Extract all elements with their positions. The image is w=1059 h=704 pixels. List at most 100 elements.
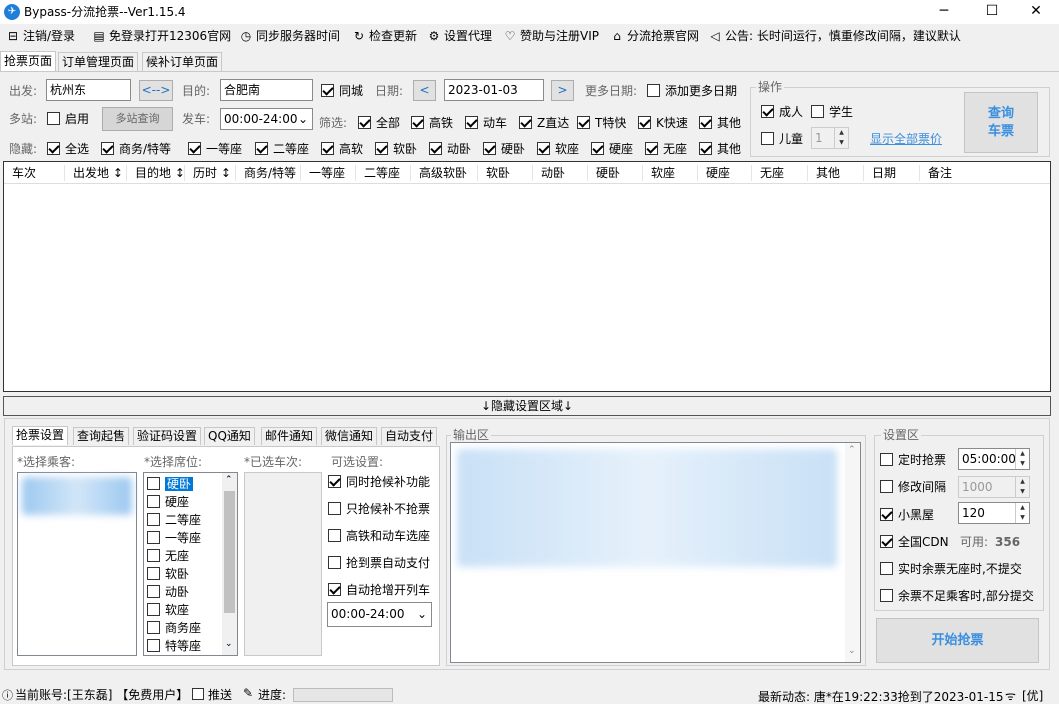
date-input[interactable]: 2023-01-03 [444, 79, 544, 101]
hide-ruanwo-checkbox[interactable]: 软卧 [375, 140, 417, 158]
col-hard-seat[interactable]: 硬座 [698, 165, 752, 181]
col-emu-sleeper[interactable]: 动卧 [533, 165, 588, 181]
scrollbar-thumb[interactable] [224, 491, 235, 613]
cdn-checkbox[interactable]: 全国CDN [880, 533, 949, 551]
multi-station-query-button[interactable]: 多站查询 [102, 107, 173, 131]
hide-business-checkbox[interactable]: 商务/特等 [101, 140, 171, 158]
menu-official-site[interactable]: ⌂ 分流抢票官网 [610, 27, 699, 45]
seat-option[interactable]: 商务座 [147, 619, 201, 637]
hide-settings-bar[interactable]: ↓隐藏设置区域↓ [3, 396, 1051, 416]
output-scrollbar[interactable]: ⌃ ⌄ [845, 443, 860, 662]
scroll-up-icon[interactable]: ⌃ [848, 445, 856, 455]
filter-z-checkbox[interactable]: Z直达 [519, 114, 569, 132]
tab-wechat[interactable]: 微信通知 [321, 427, 378, 445]
col-soft-seat[interactable]: 软座 [643, 165, 698, 181]
blackroom-stepper[interactable]: 120 ▲ ▼ [958, 502, 1030, 524]
menu-logout-login[interactable]: ⊟ 注销/登录 [6, 27, 75, 45]
opt-autopay-checkbox[interactable]: 抢到票自动支付 [328, 554, 430, 572]
filter-all-checkbox[interactable]: 全部 [358, 114, 400, 132]
seat-option[interactable]: 一等座 [147, 529, 201, 547]
from-station-input[interactable]: 杭州东 [46, 79, 131, 101]
timed-value-stepper[interactable]: 05:00:00 ▲ ▼ [958, 448, 1030, 470]
modify-interval-checkbox[interactable]: 修改间隔 [880, 478, 946, 496]
filter-other-checkbox[interactable]: 其他 [699, 114, 741, 132]
time-range-select[interactable]: 00:00-24:00 ⌄ [327, 602, 432, 627]
selected-train-list[interactable] [244, 472, 322, 656]
query-tickets-button[interactable]: 查询 车票 [964, 92, 1038, 153]
adult-checkbox[interactable]: 成人 [761, 103, 803, 121]
seat-list-scrollbar[interactable]: ⌃ ⌄ [222, 473, 237, 655]
date-next-button[interactable]: > [551, 80, 574, 101]
multi-station-enable-checkbox[interactable]: 启用 [47, 110, 89, 128]
seat-option[interactable]: 硬卧 [147, 475, 220, 493]
col-first-class[interactable]: 一等座 [301, 165, 356, 181]
seat-option[interactable]: 无座 [147, 547, 189, 565]
seat-option[interactable]: 软卧 [147, 565, 189, 583]
output-log[interactable]: ⌃ ⌄ [450, 442, 861, 663]
filter-gaotie-checkbox[interactable]: 高铁 [411, 114, 453, 132]
tab-waitlist[interactable]: 候补订单页面 [142, 52, 223, 72]
col-second-class[interactable]: 二等座 [356, 165, 411, 181]
col-duration[interactable]: 历时 ↕ [185, 165, 236, 181]
student-checkbox[interactable]: 学生 [811, 103, 853, 121]
hide-first-class-checkbox[interactable]: 一等座 [188, 140, 242, 158]
col-business[interactable]: 商务/特等 [236, 165, 301, 181]
seat-option[interactable]: 软座 [147, 601, 189, 619]
passenger-list[interactable] [17, 472, 137, 656]
hide-second-class-checkbox[interactable]: 二等座 [255, 140, 309, 158]
tab-grab[interactable]: 抢票页面 [0, 51, 57, 72]
filter-t-checkbox[interactable]: T特快 [577, 114, 626, 132]
date-prev-button[interactable]: < [413, 80, 436, 101]
menu-sync-time[interactable]: ◷ 同步服务器时间 [239, 27, 340, 45]
col-deluxe-soft-sleeper[interactable]: 高级软卧 [411, 165, 478, 181]
menu-announcement[interactable]: ◁ 公告: 长时间运行，慎重修改间隔，建议默认 [708, 27, 960, 45]
col-other[interactable]: 其他 [808, 165, 864, 181]
start-grab-button[interactable]: 开始抢票 [876, 618, 1039, 663]
tab-grab-settings[interactable]: 抢票设置 [12, 426, 69, 445]
menu-sponsor[interactable]: ♡ 赞助与注册VIP [503, 27, 599, 45]
seat-option[interactable]: 动卧 [147, 583, 189, 601]
scroll-down-icon[interactable]: ⌄ [225, 639, 233, 649]
scroll-down-icon[interactable]: ⌄ [848, 646, 856, 656]
tab-qq[interactable]: QQ通知 [204, 427, 255, 445]
hide-wuzuo-checkbox[interactable]: 无座 [645, 140, 687, 158]
menu-open-12306[interactable]: ▤ 免登录打开12306官网 [92, 27, 231, 45]
col-remark[interactable]: 备注 [920, 165, 980, 181]
hide-dongwo-checkbox[interactable]: 动卧 [429, 140, 471, 158]
to-station-input[interactable]: 合肥南 [220, 79, 313, 101]
filter-k-checkbox[interactable]: K快速 [638, 114, 688, 132]
tab-orders[interactable]: 订单管理页面 [58, 52, 139, 72]
minimize-button[interactable]: ─ [921, 0, 967, 24]
seat-option[interactable]: 特等座 [147, 637, 201, 655]
scroll-up-icon[interactable]: ⌃ [225, 475, 233, 485]
opt-seat-select-checkbox[interactable]: 高铁和动车选座 [328, 527, 430, 545]
seat-option[interactable]: 二等座 [147, 511, 201, 529]
close-button[interactable]: ✕ [1013, 0, 1059, 24]
menu-check-update[interactable]: ↻ 检查更新 [352, 27, 417, 45]
results-grid[interactable]: 车次 出发地 ↕ 目的地 ↕ 历时 ↕ 商务/特等 一等座 二等座 高级软卧 软… [3, 161, 1051, 392]
col-to[interactable]: 目的地 ↕ [127, 165, 185, 181]
col-no-seat[interactable]: 无座 [752, 165, 808, 181]
add-more-dates-checkbox[interactable]: 添加更多日期 [647, 82, 737, 100]
tab-email[interactable]: 邮件通知 [261, 427, 318, 445]
tab-autopay[interactable]: 自动支付 [381, 427, 438, 445]
realtime-no-submit-checkbox[interactable]: 实时余票无座时,不提交 [880, 560, 1022, 578]
col-from[interactable]: 出发地 ↕ [65, 165, 127, 181]
depart-time-select[interactable]: 00:00-24:00 ⌄ [220, 108, 313, 130]
child-count-stepper[interactable]: 1 ▲ ▼ [811, 127, 849, 149]
hide-all-checkbox[interactable]: 全选 [47, 140, 89, 158]
tab-sale-query[interactable]: 查询起售 [73, 427, 130, 445]
maximize-button[interactable]: ☐ [969, 0, 1015, 24]
show-all-prices-link[interactable]: 显示全部票价 [870, 130, 942, 147]
interval-stepper[interactable]: 1000 ▲ ▼ [958, 476, 1030, 498]
timed-grab-checkbox[interactable]: 定时抢票 [880, 451, 946, 469]
child-checkbox[interactable]: 儿童 [761, 130, 803, 148]
blackroom-checkbox[interactable]: 小黑屋 [880, 506, 934, 524]
hide-gaoruan-checkbox[interactable]: 高软 [321, 140, 363, 158]
col-hard-sleeper[interactable]: 硬卧 [588, 165, 643, 181]
same-city-checkbox[interactable]: 同城 [321, 82, 363, 100]
opt-waitlist-also-checkbox[interactable]: 同时抢候补功能 [328, 473, 430, 491]
opt-waitlist-only-checkbox[interactable]: 只抢候补不抢票 [328, 500, 430, 518]
hide-yingwo-checkbox[interactable]: 硬卧 [483, 140, 525, 158]
swap-stations-button[interactable]: <--> [139, 80, 173, 101]
